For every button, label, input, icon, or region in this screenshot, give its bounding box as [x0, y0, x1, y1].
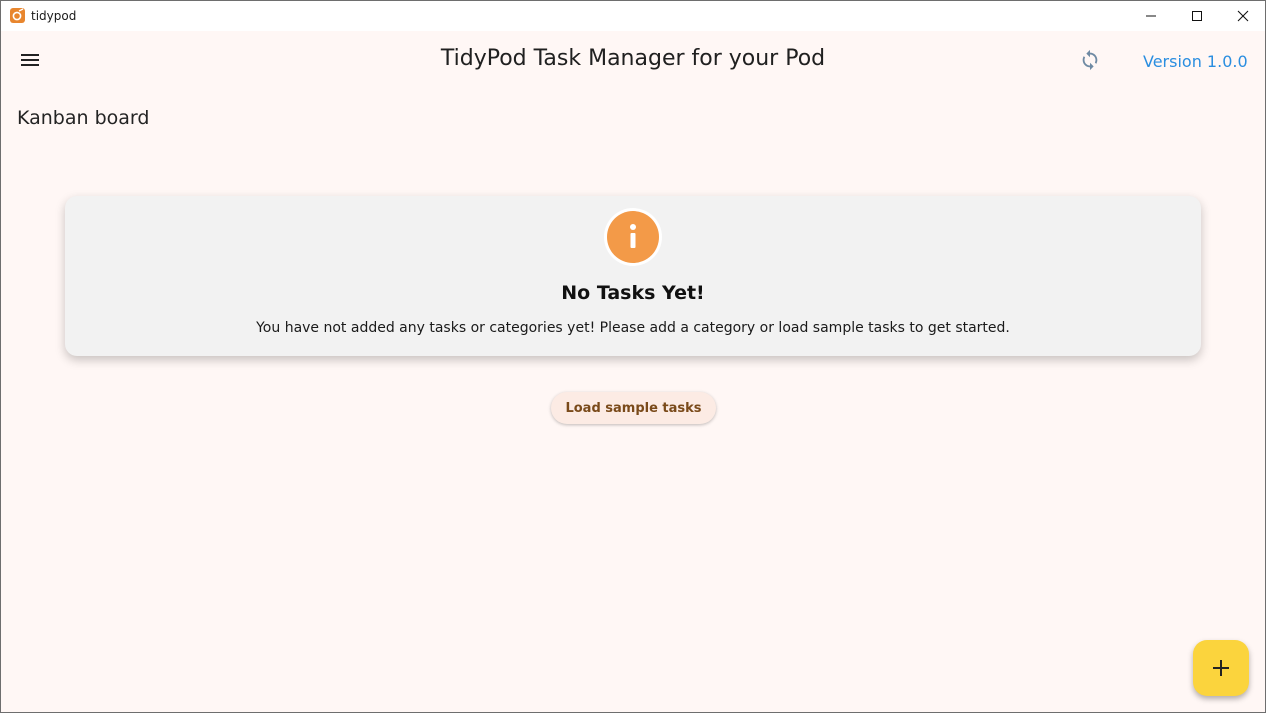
app-icon	[10, 8, 25, 23]
info-icon-ring	[604, 208, 662, 266]
info-icon	[607, 211, 659, 263]
add-button[interactable]	[1193, 640, 1249, 696]
empty-state-message: You have not added any tasks or categori…	[256, 320, 1010, 336]
page-title: Kanban board	[17, 107, 150, 129]
window-title: tidypod	[31, 9, 77, 23]
minimize-button[interactable]	[1128, 1, 1174, 31]
info-glyph-icon	[630, 224, 636, 248]
empty-state-card: No Tasks Yet! You have not added any tas…	[65, 196, 1201, 356]
close-button[interactable]	[1220, 1, 1265, 31]
close-icon	[1237, 10, 1249, 22]
sync-button[interactable]	[1077, 47, 1103, 73]
minimize-icon	[1146, 15, 1156, 17]
empty-state-heading: No Tasks Yet!	[561, 282, 705, 304]
app-bar: TidyPod Task Manager for your Pod Versio…	[1, 31, 1265, 91]
version-link[interactable]: Version 1.0.0	[1143, 52, 1248, 71]
plus-icon	[1213, 660, 1229, 676]
sync-icon	[1082, 49, 1098, 71]
app-window: tidypod TidyPod Task Manager for your Po…	[0, 0, 1266, 713]
maximize-icon	[1192, 11, 1202, 21]
load-sample-tasks-button[interactable]: Load sample tasks	[551, 392, 716, 424]
title-bar: tidypod	[1, 1, 1265, 31]
app-title: TidyPod Task Manager for your Pod	[440, 46, 826, 71]
maximize-button[interactable]	[1174, 1, 1220, 31]
